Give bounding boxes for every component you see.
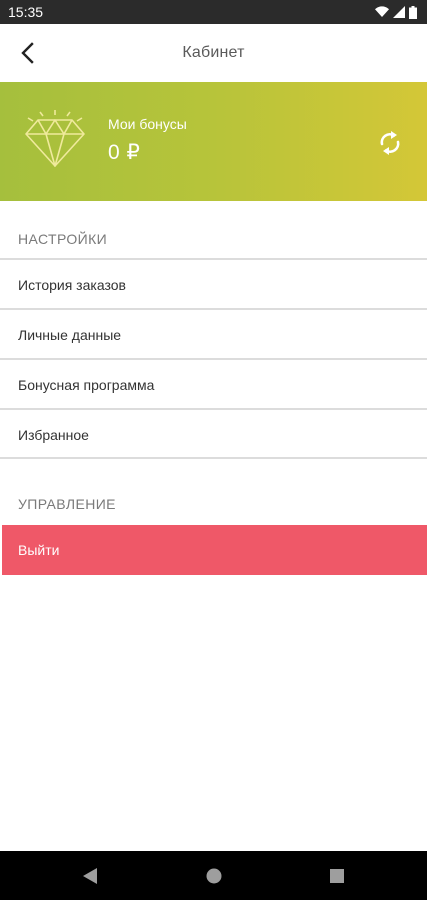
nav-home-button[interactable] [203,865,225,887]
bonus-label: Мои бонусы [108,116,187,132]
wifi-icon [375,6,389,17]
status-icons [375,5,417,19]
status-time: 15:35 [8,4,44,20]
logout-label: Выйти [18,542,60,558]
back-button[interactable] [8,33,48,73]
menu-item-label: История заказов [18,277,126,293]
management-section-title: УПРАВЛЕНИЕ [18,496,116,512]
menu-item-bonus-program[interactable]: Бонусная программа [0,360,427,410]
battery-icon [409,5,417,19]
nav-back-button[interactable] [79,865,101,887]
menu-item-label: Бонусная программа [18,377,155,393]
menu-item-personal-data[interactable]: Личные данные [0,310,427,360]
refresh-button[interactable] [373,126,407,160]
logout-button[interactable]: Выйти [2,525,427,575]
menu-item-label: Избранное [18,427,89,443]
nav-recents-button[interactable] [326,865,348,887]
bonus-value: 0 ₽ [108,141,141,164]
system-nav-bar [0,851,427,900]
refresh-icon [380,131,400,155]
divider [0,457,427,459]
signal-icon [393,6,405,18]
menu-item-order-history[interactable]: История заказов [0,260,427,310]
nav-recents-icon [330,869,344,883]
page-title: Кабинет [182,44,245,61]
nav-home-icon [206,868,222,884]
app-bar: Кабинет [0,24,427,82]
status-bar: 15:35 [0,0,427,24]
bonus-info: Мои бонусы 0 ₽ [108,116,187,165]
menu-item-favorites[interactable]: Избранное [0,410,427,460]
back-arrow-icon [21,42,34,64]
menu-item-label: Личные данные [18,327,122,343]
nav-back-icon [83,868,97,884]
bonus-card: Мои бонусы 0 ₽ [0,82,427,201]
settings-section-title: НАСТРОЙКИ [18,231,108,247]
diamond-icon [25,110,85,167]
